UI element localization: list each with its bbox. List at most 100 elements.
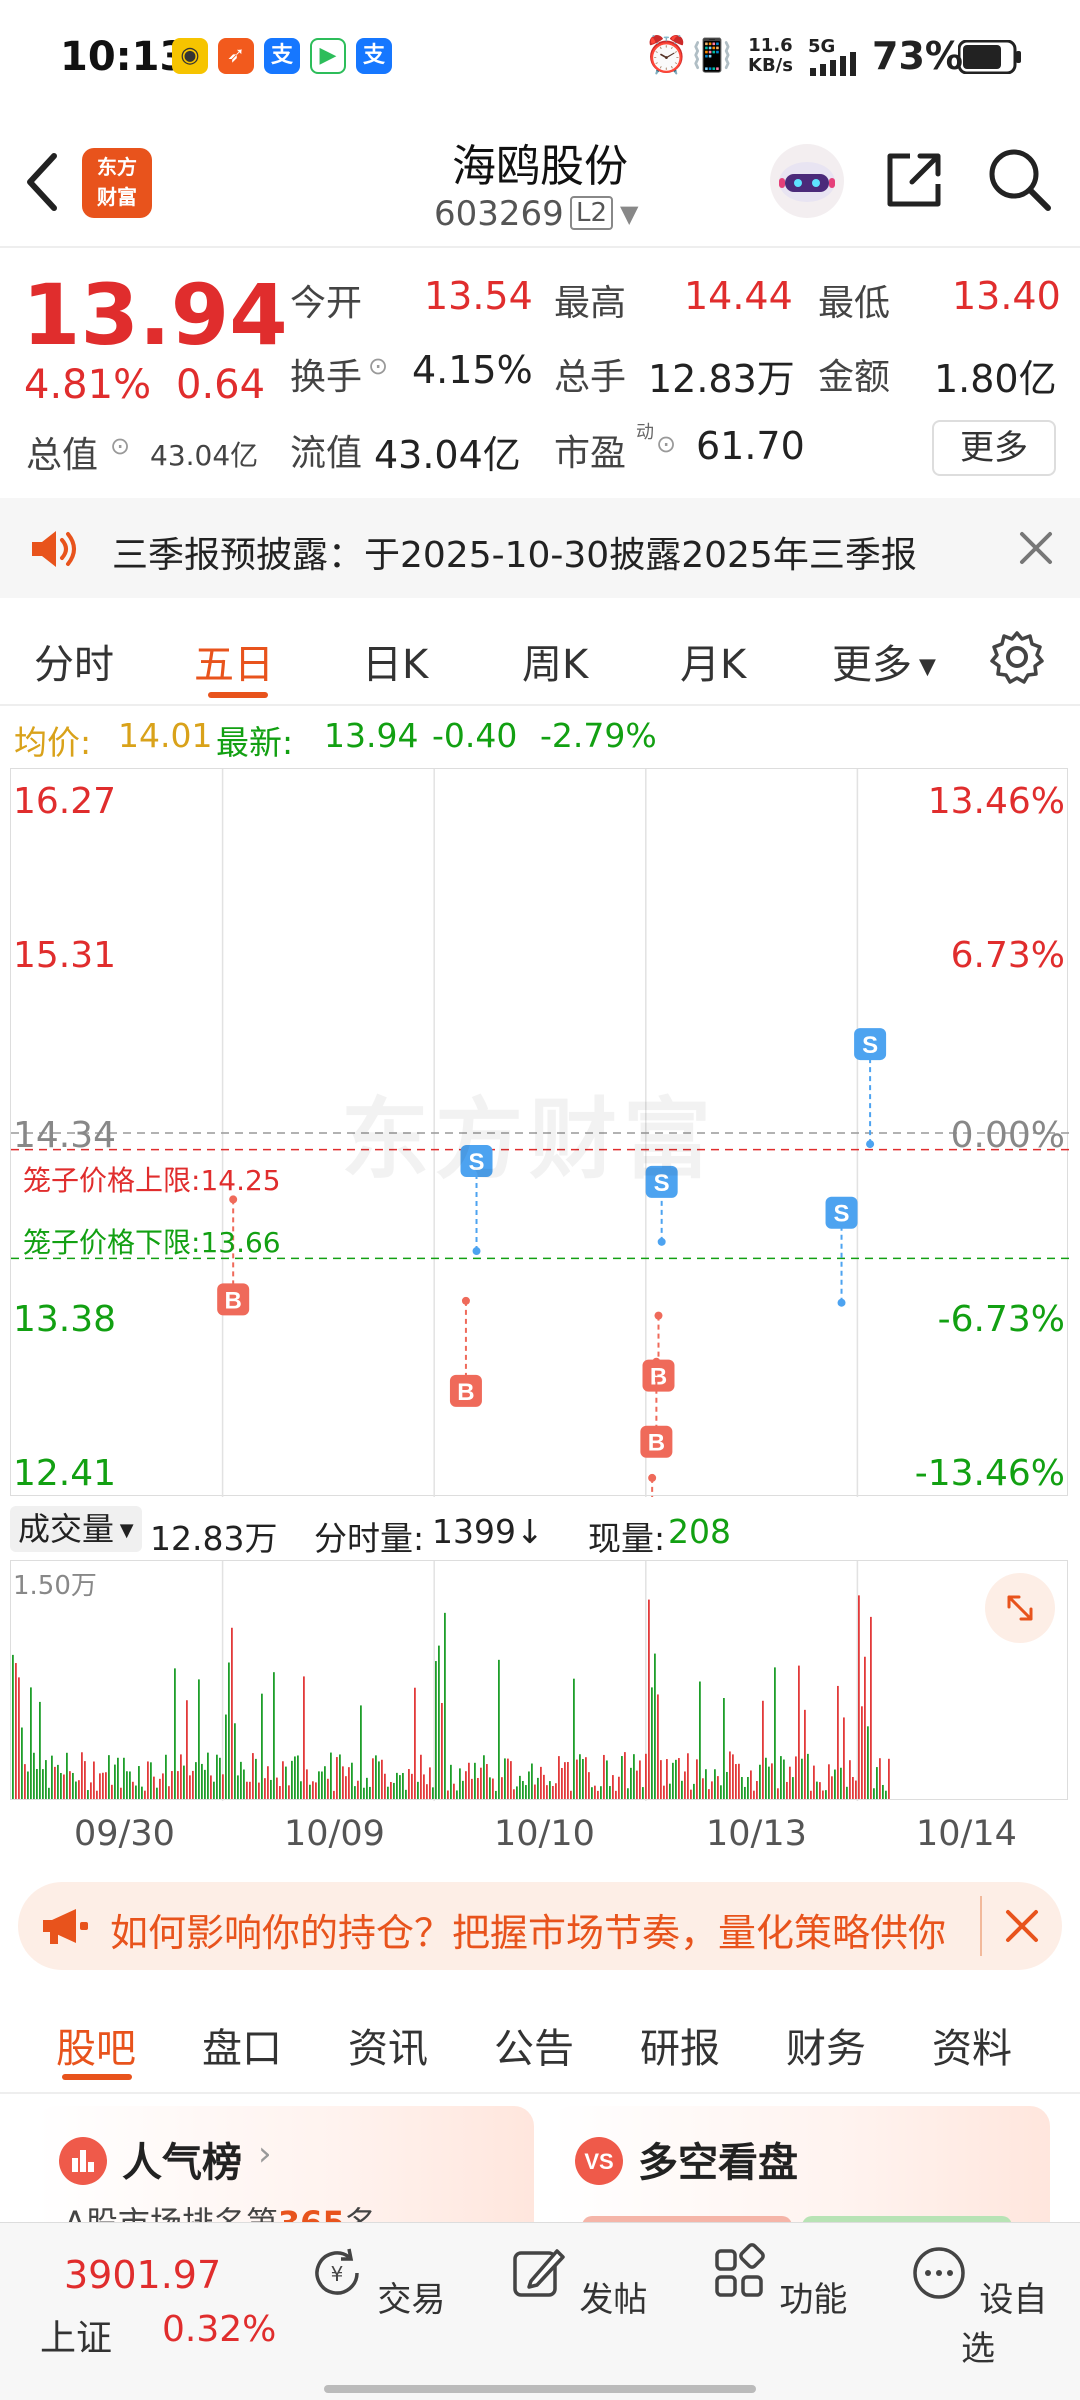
volume-bar xyxy=(327,1778,329,1799)
tab-research[interactable]: 研报 xyxy=(640,2016,720,2074)
volume-bar xyxy=(582,1759,584,1799)
volume-bar xyxy=(414,1687,416,1799)
close-icon[interactable] xyxy=(1004,1908,1040,1944)
volume-bar xyxy=(681,1780,683,1799)
volume-bar xyxy=(555,1783,557,1799)
tab-news[interactable]: 资讯 xyxy=(348,2016,428,2074)
settings-gear-icon[interactable] xyxy=(990,630,1044,684)
eastmoney-logo[interactable]: 东方 财富 xyxy=(82,148,152,218)
volume-bar xyxy=(744,1786,746,1799)
avg-label: 均价: xyxy=(14,723,92,762)
app-notification-icon: ➶ xyxy=(218,38,254,74)
nav-add-watchlist[interactable]: 设自选 xyxy=(908,2243,1048,2370)
volume-bar xyxy=(576,1759,578,1799)
nav-functions[interactable]: 功能 xyxy=(708,2243,848,2321)
volume-bar xyxy=(594,1785,596,1799)
volume-bar xyxy=(471,1778,473,1799)
volume-chart[interactable]: 1.50万 xyxy=(10,1560,1068,1801)
alipay-notification-icon: 支 xyxy=(356,38,392,74)
volume-bar xyxy=(627,1788,629,1799)
sell-marker-dot xyxy=(866,1140,875,1149)
sell-marker-label: S xyxy=(862,1032,878,1059)
volume-bar xyxy=(384,1773,386,1799)
volume-bar xyxy=(624,1752,626,1799)
volume-bar xyxy=(237,1775,239,1799)
nav-trade[interactable]: ¥ 交易 xyxy=(306,2243,446,2321)
sell-marker-dot xyxy=(837,1298,846,1307)
volume-bar xyxy=(633,1754,635,1799)
video-notification-icon: ▶ xyxy=(310,38,346,74)
info-icon[interactable]: ⊙ xyxy=(656,430,676,458)
volume-bar xyxy=(495,1790,497,1799)
volume-bar xyxy=(186,1700,188,1799)
volume-bar xyxy=(786,1781,788,1799)
volume-bar xyxy=(276,1777,278,1799)
tab-guba[interactable]: 股吧 xyxy=(56,2016,136,2074)
tab-five-day[interactable]: 五日 xyxy=(194,632,274,690)
volume-bar xyxy=(318,1771,320,1799)
tab-order-book[interactable]: 盘口 xyxy=(202,2016,282,2074)
volume-bar xyxy=(243,1769,245,1799)
buy-marker-dot xyxy=(461,1296,470,1305)
versus-icon: VS xyxy=(575,2137,623,2185)
tab-more[interactable]: 更多 ▼ xyxy=(832,632,936,690)
volume-bar xyxy=(132,1781,134,1799)
volume-bar xyxy=(162,1773,164,1799)
volume-bar xyxy=(222,1774,224,1799)
volume-bar xyxy=(438,1645,440,1799)
volume-bar xyxy=(93,1761,95,1799)
tab-financials[interactable]: 财务 xyxy=(786,2016,866,2074)
strategy-ad-banner[interactable]: 如何影响你的持仓？把握市场节奏，量化策略供你 xyxy=(18,1882,1062,1970)
volume-bar xyxy=(399,1775,401,1799)
more-button[interactable]: 更多 xyxy=(932,420,1056,476)
volume-bar xyxy=(588,1772,590,1799)
volume-bar xyxy=(636,1770,638,1799)
volume-bar xyxy=(477,1777,479,1799)
volume-bar xyxy=(537,1777,539,1799)
info-icon[interactable]: ⊙ xyxy=(110,432,130,460)
dropdown-icon[interactable]: ▼ xyxy=(620,200,638,228)
volume-bar xyxy=(408,1769,410,1799)
volume-bar xyxy=(291,1760,293,1799)
volume-bar xyxy=(171,1771,173,1799)
tab-daily-k[interactable]: 日K xyxy=(362,632,428,690)
share-icon[interactable] xyxy=(882,148,946,212)
volume-bar xyxy=(732,1754,734,1799)
notice-bar[interactable]: 三季报预披露：于2025-10-30披露2025年三季报 xyxy=(0,498,1080,598)
volume-bar xyxy=(168,1786,170,1799)
ai-assistant-icon[interactable] xyxy=(768,142,846,220)
index-change[interactable]: 0.32% xyxy=(162,2309,276,2350)
tab-announcements[interactable]: 公告 xyxy=(494,2016,574,2074)
x-axis-dates: 09/30 10/09 10/10 10/13 10/14 xyxy=(0,1808,1080,1858)
volume-bar xyxy=(564,1762,566,1799)
volume-indicator-selector[interactable]: 成交量 ▼ xyxy=(10,1506,142,1552)
close-icon[interactable] xyxy=(1018,530,1054,566)
volume-bar xyxy=(480,1767,482,1799)
volume-bar xyxy=(108,1755,110,1799)
tab-profile[interactable]: 资料 xyxy=(932,2016,1012,2074)
nav-post[interactable]: 发帖 xyxy=(508,2243,648,2321)
volume-bar xyxy=(822,1790,824,1799)
net-speed: 11.6 KB/s xyxy=(748,36,793,76)
level2-badge[interactable]: L2 xyxy=(570,196,614,230)
volume-bar xyxy=(75,1781,77,1799)
volume-bar xyxy=(45,1760,47,1799)
tab-monthly-k[interactable]: 月K xyxy=(680,632,746,690)
y-tick-right: -13.46% xyxy=(914,1453,1065,1494)
index-name[interactable]: 上证 xyxy=(40,2309,112,2361)
info-icon[interactable]: ⊙ xyxy=(368,352,388,380)
alipay-notification-icon: 支 xyxy=(264,38,300,74)
expand-chart-button[interactable] xyxy=(985,1573,1055,1643)
tab-weekly-k[interactable]: 周K xyxy=(522,632,588,690)
volume-bar xyxy=(312,1781,314,1799)
volume-bar xyxy=(426,1784,428,1799)
divider xyxy=(980,1896,982,1956)
volume-header: 成交量 ▼ 12.83万 分时量: 1399 ↓ 现量: 208 xyxy=(0,1502,1080,1558)
tab-intraday[interactable]: 分时 xyxy=(34,632,114,690)
five-day-price-chart[interactable]: BBBBBSSSS 东方财富 16.27 15.31 14.34 13.38 1… xyxy=(10,768,1069,1497)
index-value[interactable]: 3901.97 xyxy=(64,2253,221,2297)
tick-volume-label: 分时量: xyxy=(314,1519,425,1558)
status-time: 10:13 xyxy=(60,34,188,80)
search-icon[interactable] xyxy=(986,146,1054,214)
volume-bar xyxy=(441,1702,443,1799)
